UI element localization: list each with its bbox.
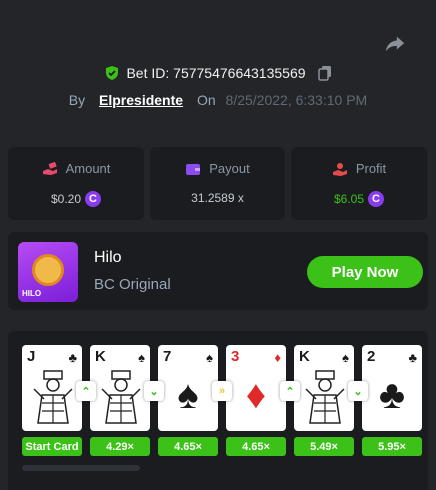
coin-icon: C xyxy=(85,191,102,207)
profit-card: Profit $6.05 C xyxy=(291,147,427,220)
playing-card: 7 ♠ ♠ xyxy=(158,345,218,431)
hilo-game-thumbnail[interactable]: HILO xyxy=(18,242,78,302)
byline: By Elpresidente On 8/25/2022, 6:33:10 PM xyxy=(0,92,436,108)
bet-date: 8/25/2022, 6:33:10 PM xyxy=(225,92,368,108)
chevron-down-icon: ⌄ xyxy=(144,381,164,401)
game-title: Hilo xyxy=(94,249,122,266)
multiplier-badge: 5.49× xyxy=(294,437,354,456)
money-hand-icon xyxy=(42,161,57,175)
amount-label: Amount xyxy=(65,161,111,176)
face-card-figure-icon xyxy=(305,370,345,424)
playing-card: 2 ♣ ♣ xyxy=(362,345,422,431)
by-label: By xyxy=(68,92,86,108)
game-card: HILO Hilo BC Original Play Now xyxy=(8,232,428,310)
copy-icon[interactable] xyxy=(317,65,332,81)
playing-card: K ♠ xyxy=(90,345,150,431)
face-card-figure-icon xyxy=(33,370,73,424)
playing-card: J ♣ xyxy=(22,345,82,431)
bet-id-text: Bet ID: 75775476643135569 xyxy=(126,65,306,81)
multiplier-badge: 4.65× xyxy=(158,437,218,456)
multiplier-badge: 5.95× xyxy=(362,437,422,456)
play-now-button[interactable]: Play Now xyxy=(307,256,423,288)
verified-shield-icon xyxy=(106,66,119,80)
profit-hand-icon xyxy=(332,162,347,176)
username-link[interactable]: Elpresidente xyxy=(99,92,183,108)
card-center-suit-icon: ♦ xyxy=(245,373,267,417)
card-suit-icon: ♦ xyxy=(274,350,281,365)
skip-icon: » xyxy=(212,381,232,401)
share-icon[interactable] xyxy=(384,33,406,55)
playing-card: 3 ♦ ♦ xyxy=(226,345,286,431)
amount-value: $0.20 xyxy=(50,192,82,206)
card-suit-icon: ♣ xyxy=(408,350,417,365)
card-suit-icon: ♠ xyxy=(206,350,213,365)
thumbnail-label: HILO xyxy=(22,289,42,298)
profit-value: $6.05 xyxy=(333,192,365,206)
bet-id-row: Bet ID: 75775476643135569 xyxy=(0,65,436,81)
multiplier-badge: 4.29× xyxy=(90,437,150,456)
card-rank: J xyxy=(27,348,36,365)
card-rank: 7 xyxy=(163,348,172,365)
payout-value: 31.2589 x xyxy=(191,191,244,205)
card-center-suit-icon: ♠ xyxy=(177,373,199,417)
horizontal-scrollbar[interactable] xyxy=(22,465,140,471)
payout-label: Payout xyxy=(209,161,250,176)
chevron-down-icon: ⌄ xyxy=(348,381,368,401)
card-history-panel: J ♣ Start Card K ♠ 4.29× 7 ♠ ♠ 4.65× 3 ♦ ♦ 4.65× K ♠ 5.4… xyxy=(8,331,428,490)
card-rank: 3 xyxy=(231,348,240,365)
card-center-suit-icon: ♣ xyxy=(378,373,406,417)
mascot-image xyxy=(32,254,64,286)
payout-card: Payout 31.2589 x xyxy=(150,147,285,220)
amount-card: Amount $0.20 C xyxy=(8,147,144,220)
chevron-up-icon: ⌃ xyxy=(76,381,96,401)
card-suit-icon: ♣ xyxy=(68,350,77,365)
playing-card: K ♠ xyxy=(294,345,354,431)
game-subtitle: BC Original xyxy=(94,276,171,293)
multiplier-badge: 4.65× xyxy=(226,437,286,456)
card-rank: K xyxy=(95,348,106,365)
wallet-icon xyxy=(186,163,201,175)
card-rank: K xyxy=(299,348,310,365)
on-label: On xyxy=(196,92,216,108)
card-suit-icon: ♠ xyxy=(342,350,349,365)
profit-label: Profit xyxy=(355,161,387,176)
coin-icon: C xyxy=(368,191,385,207)
chevron-up-icon: ⌃ xyxy=(280,381,300,401)
card-suit-icon: ♠ xyxy=(138,350,145,365)
multiplier-badge: Start Card xyxy=(22,437,82,456)
card-rank: 2 xyxy=(367,348,376,365)
face-card-figure-icon xyxy=(101,370,141,424)
